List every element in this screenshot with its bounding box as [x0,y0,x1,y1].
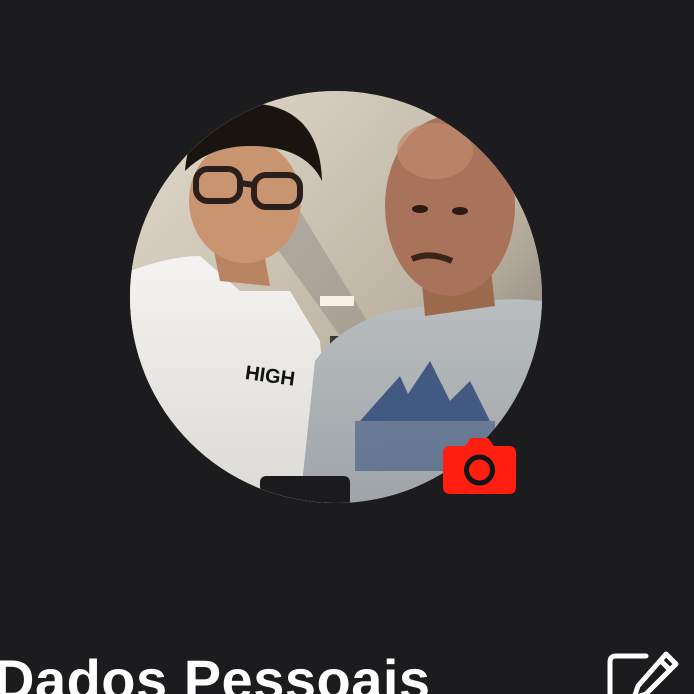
camera-icon [443,438,516,494]
profile-screen: HIGH Dados Pessoais [0,0,694,694]
section-title: Dados Pessoais [0,648,431,694]
edit-icon [607,651,679,694]
change-photo-button[interactable] [443,437,516,494]
edit-button[interactable] [606,650,682,694]
